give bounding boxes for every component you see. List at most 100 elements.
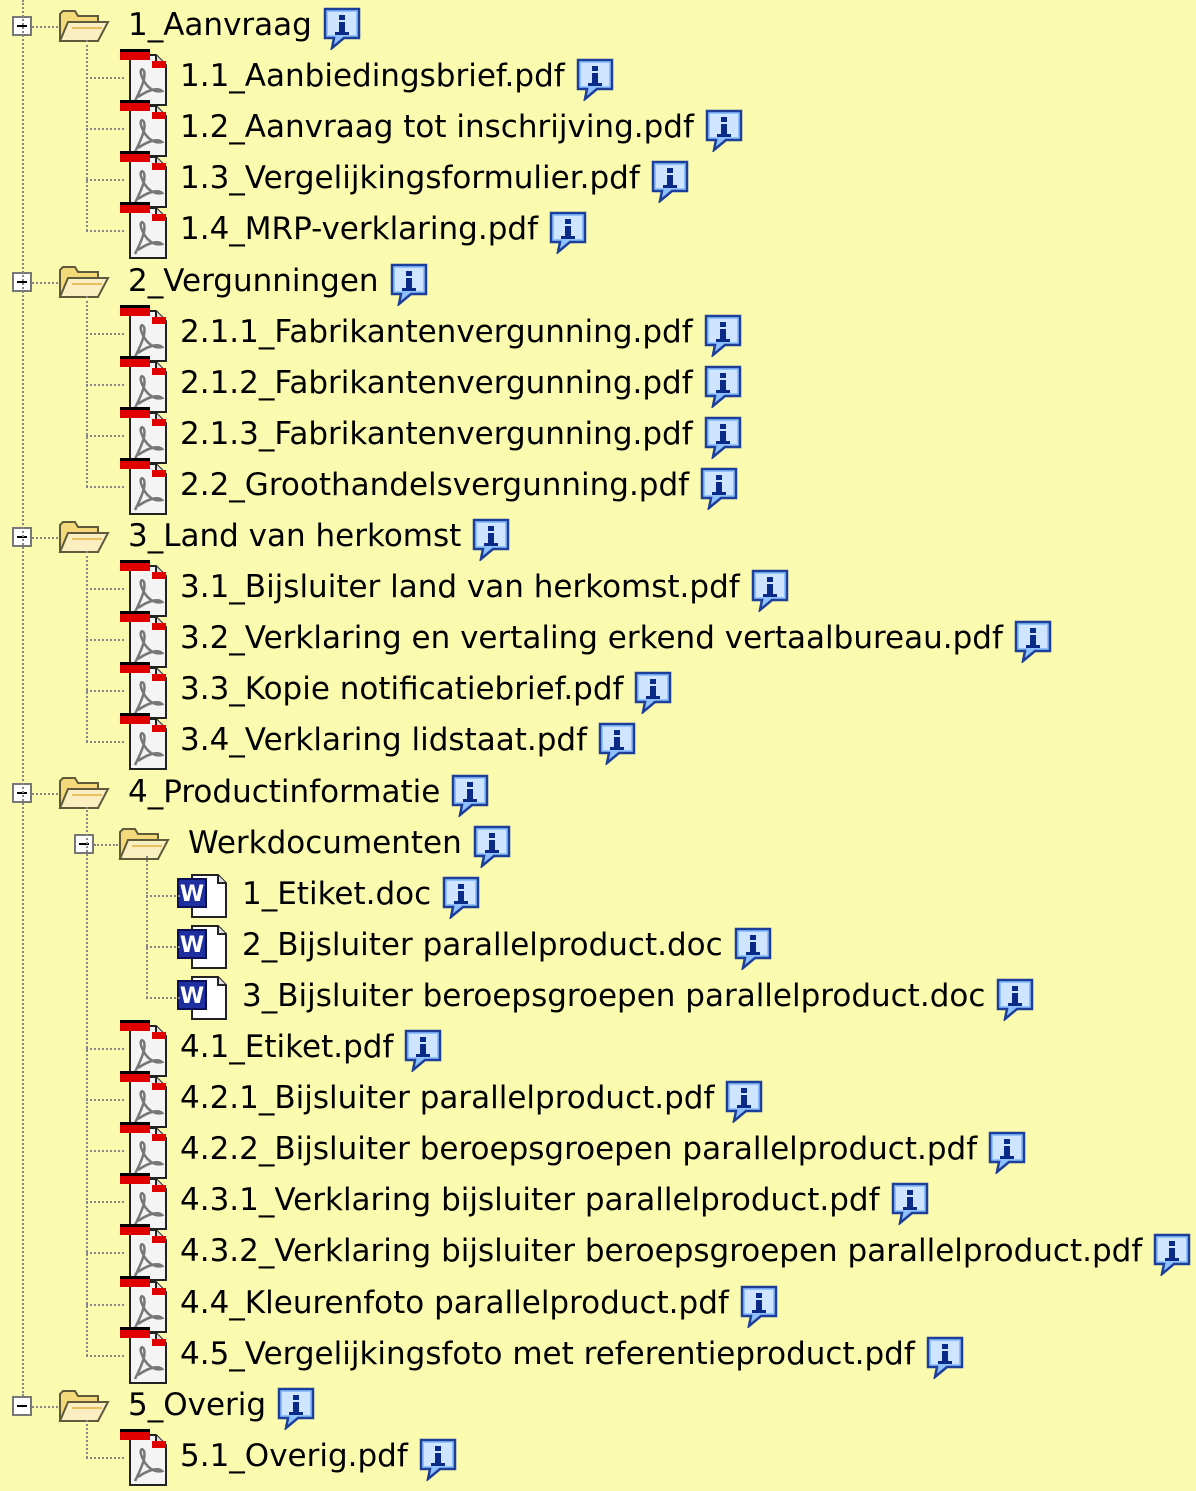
tree-connector: [86, 486, 124, 488]
file-node[interactable]: 2.1.3_Fabrikantenvergunning.pdf: [0, 407, 1196, 464]
word-document-icon: W: [176, 924, 230, 974]
file-node[interactable]: 4.3.1_Verklaring bijsluiter parallelprod…: [0, 1173, 1196, 1230]
file-label: 5.1_Overig.pdf: [180, 1438, 408, 1474]
tree-connector: [32, 793, 58, 795]
pdf-file-icon: [118, 711, 170, 775]
info-icon[interactable]: [418, 1437, 458, 1483]
info-icon[interactable]: [987, 1130, 1027, 1176]
info-icon[interactable]: [925, 1335, 965, 1381]
file-node[interactable]: 4.2.1_Bijsluiter parallelproduct.pdf: [0, 1071, 1196, 1128]
info-icon[interactable]: [703, 313, 743, 359]
file-node[interactable]: 1.1_Aanbiedingsbrief.pdf: [0, 49, 1196, 106]
folder-label: 4_Productinformatie: [128, 774, 441, 810]
file-node[interactable]: 3.4_Verklaring lidstaat.pdf: [0, 713, 1196, 770]
info-icon[interactable]: [1152, 1232, 1192, 1278]
info-icon[interactable]: [403, 1028, 443, 1074]
file-label: 4.3.1_Verklaring bijsluiter parallelprod…: [180, 1182, 880, 1218]
svg-text:W: W: [180, 984, 204, 1009]
folder-label: Werkdocumenten: [188, 825, 462, 861]
info-icon[interactable]: [739, 1284, 779, 1330]
word-document-icon: W: [176, 873, 230, 923]
folder-label: 5_Overig: [128, 1387, 267, 1423]
tree-connector: [86, 1150, 124, 1152]
pdf-file-icon: [118, 200, 170, 264]
tree-connector: [86, 230, 124, 232]
tree-connector: [32, 282, 58, 284]
file-label: 3.2_Verklaring en vertaling erkend verta…: [180, 620, 1003, 656]
info-icon[interactable]: [724, 1079, 764, 1125]
file-node[interactable]: 2.1.1_Fabrikantenvergunning.pdf: [0, 305, 1196, 362]
tree-connector: [86, 435, 124, 437]
info-icon[interactable]: [276, 1386, 316, 1432]
tree-connector: [86, 690, 124, 692]
file-node[interactable]: 2.1.2_Fabrikantenvergunning.pdf: [0, 356, 1196, 413]
tree-connector: [32, 26, 58, 28]
file-node[interactable]: 4.1_Etiket.pdf: [0, 1020, 1196, 1077]
file-label: 4.1_Etiket.pdf: [180, 1029, 394, 1065]
info-icon[interactable]: [633, 670, 673, 716]
tree-connector: [32, 1406, 58, 1408]
folder-node[interactable]: 3_Land van herkomst: [0, 511, 1196, 563]
svg-text:W: W: [180, 933, 204, 958]
info-icon[interactable]: [472, 824, 512, 870]
tree-connector: [86, 1201, 124, 1203]
tree-connector: [94, 844, 118, 846]
folder-node[interactable]: 5_Overig: [0, 1380, 1196, 1432]
info-icon[interactable]: [441, 875, 481, 921]
file-label: 2.2_Groothandelsvergunning.pdf: [180, 467, 690, 503]
file-label: 1.3_Vergelijkingsformulier.pdf: [180, 160, 640, 196]
info-icon[interactable]: [699, 466, 739, 512]
file-label: 3.3_Kopie notificatiebrief.pdf: [180, 671, 624, 707]
folder-node[interactable]: 2_Vergunningen: [0, 256, 1196, 308]
tree-connector: [86, 40, 88, 231]
info-icon[interactable]: [471, 517, 511, 563]
info-icon[interactable]: [995, 977, 1035, 1023]
file-label: 2.1.3_Fabrikantenvergunning.pdf: [180, 416, 693, 452]
file-node[interactable]: 4.4_Kleurenfoto parallelproduct.pdf: [0, 1276, 1196, 1333]
info-icon[interactable]: [704, 108, 744, 154]
file-node[interactable]: 3.2_Verklaring en vertaling erkend verta…: [0, 611, 1196, 668]
collapse-toggle-icon[interactable]: [74, 834, 94, 854]
info-icon[interactable]: [650, 159, 690, 205]
info-icon[interactable]: [750, 568, 790, 614]
folder-open-icon: [58, 773, 110, 815]
folder-open-icon: [58, 517, 110, 559]
pdf-file-icon: [118, 1427, 170, 1491]
file-node[interactable]: 4.5_Vergelijkingsfoto met referentieprod…: [0, 1327, 1196, 1384]
tree-connector: [146, 895, 180, 897]
file-label: 1.1_Aanbiedingsbrief.pdf: [180, 58, 565, 94]
info-icon[interactable]: [703, 415, 743, 461]
file-node[interactable]: 5.1_Overig.pdf: [0, 1429, 1196, 1486]
info-icon[interactable]: [548, 210, 588, 256]
folder-node[interactable]: 1_Aanvraag: [0, 0, 1196, 52]
info-icon[interactable]: [703, 364, 743, 410]
tree-connector: [146, 997, 180, 999]
info-icon[interactable]: [733, 926, 773, 972]
info-icon[interactable]: [450, 773, 490, 819]
info-icon[interactable]: [1013, 619, 1053, 665]
folder-node[interactable]: 4_Productinformatie: [0, 767, 1196, 819]
info-icon[interactable]: [597, 721, 637, 767]
tree-connector: [32, 537, 58, 539]
file-node[interactable]: 3.1_Bijsluiter land van herkomst.pdf: [0, 560, 1196, 617]
info-icon[interactable]: [322, 6, 362, 52]
word-document-icon: W: [176, 975, 230, 1025]
info-icon[interactable]: [890, 1181, 930, 1227]
file-label: 4.3.2_Verklaring bijsluiter beroepsgroep…: [180, 1233, 1143, 1269]
tree-connector: [146, 856, 148, 998]
folder-open-icon: [58, 6, 110, 48]
folder-label: 1_Aanvraag: [128, 7, 312, 43]
file-node[interactable]: 2.2_Groothandelsvergunning.pdf: [0, 458, 1196, 515]
info-icon[interactable]: [389, 262, 429, 308]
info-icon[interactable]: [575, 57, 615, 103]
collapse-toggle-icon[interactable]: [12, 1396, 32, 1416]
file-node[interactable]: 1.3_Vergelijkingsformulier.pdf: [0, 151, 1196, 208]
file-node[interactable]: 4.3.2_Verklaring bijsluiter beroepsgroep…: [0, 1224, 1196, 1281]
file-node[interactable]: 1.4_MRP-verklaring.pdf: [0, 202, 1196, 259]
subfolder-node[interactable]: Werkdocumenten: [0, 818, 1196, 870]
file-label: 1.2_Aanvraag tot inschrijving.pdf: [180, 109, 694, 145]
file-node[interactable]: 3.3_Kopie notificatiebrief.pdf: [0, 662, 1196, 719]
file-node[interactable]: 1.2_Aanvraag tot inschrijving.pdf: [0, 100, 1196, 157]
folder-label: 3_Land van herkomst: [128, 518, 462, 554]
file-node[interactable]: 4.2.2_Bijsluiter beroepsgroepen parallel…: [0, 1122, 1196, 1179]
